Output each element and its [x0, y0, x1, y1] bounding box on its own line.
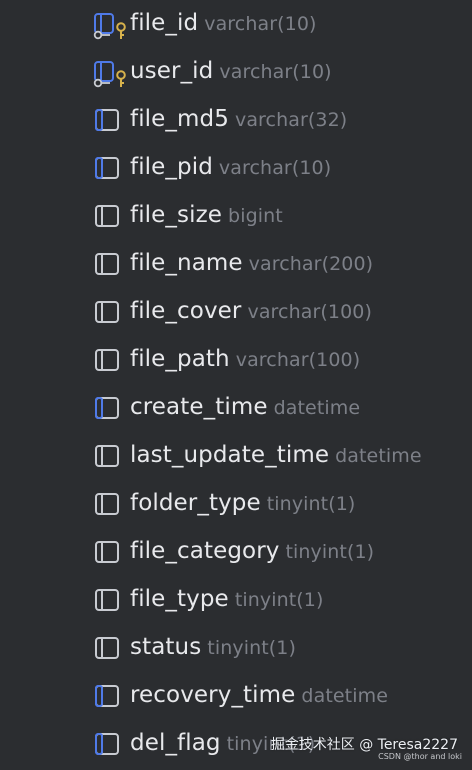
column-icon: [92, 200, 126, 232]
column-icon: [92, 536, 126, 568]
column-icon: [92, 344, 126, 376]
column-type: bigint: [228, 205, 283, 227]
column-icon: [92, 248, 126, 280]
watermark-sub: CSDN @thor and loki: [378, 752, 462, 761]
column-label: create_time datetime: [130, 391, 360, 424]
column-name: file_pid: [130, 154, 213, 180]
column-row[interactable]: file_category tinyint(1): [0, 528, 472, 576]
column-type: varchar(100): [235, 349, 361, 371]
indexed-column-icon: [92, 728, 126, 760]
indexed-column-icon: [92, 104, 126, 136]
column-name: file_name: [130, 250, 243, 276]
column-name: file_type: [130, 586, 229, 612]
column-label: file_pid varchar(10): [130, 151, 331, 184]
column-row[interactable]: recovery_time datetime: [0, 672, 472, 720]
column-type: tinyint(1): [234, 589, 324, 611]
indexed-column-icon: [92, 152, 126, 184]
column-label: file_path varchar(100): [130, 343, 360, 376]
column-label: file_id varchar(10): [130, 7, 317, 40]
column-type: varchar(10): [218, 157, 332, 179]
column-icon: [92, 440, 126, 472]
column-name: file_md5: [130, 106, 229, 132]
column-icon: [92, 584, 126, 616]
column-name: file_size: [130, 202, 223, 228]
column-name: create_time: [130, 394, 268, 420]
column-label: user_id varchar(10): [130, 55, 332, 88]
column-row[interactable]: status tinyint(1): [0, 624, 472, 672]
database-column-tree: file_idvarchar(10) user_idvarchar(10): [0, 0, 472, 770]
column-row[interactable]: folder_type tinyint(1): [0, 480, 472, 528]
column-label: file_cover varchar(100): [130, 295, 372, 328]
column-type: varchar(200): [248, 253, 374, 275]
column-label: recovery_time datetime: [130, 679, 388, 712]
column-type: varchar(32): [234, 109, 348, 131]
column-name: file_category: [130, 538, 280, 564]
column-name: last_update_time: [130, 442, 330, 468]
column-row[interactable]: file_type tinyint(1): [0, 576, 472, 624]
column-icon: [92, 488, 126, 520]
column-row[interactable]: file_size bigint: [0, 192, 472, 240]
column-type: datetime: [335, 445, 422, 467]
column-label: file_size bigint: [130, 199, 283, 232]
column-row[interactable]: create_time datetime: [0, 384, 472, 432]
column-label: status tinyint(1): [130, 631, 296, 664]
column-label: last_update_time datetime: [130, 439, 422, 472]
column-row[interactable]: file_pid varchar(10): [0, 144, 472, 192]
column-type: datetime: [301, 685, 388, 707]
column-name: del_flag: [130, 730, 221, 756]
column-name: user_id: [130, 58, 214, 84]
column-label: file_md5 varchar(32): [130, 103, 347, 136]
primary-key-icon: [92, 8, 126, 40]
indexed-column-icon: [92, 392, 126, 424]
indexed-column-icon: [92, 680, 126, 712]
column-label: file_category tinyint(1): [130, 535, 374, 568]
column-row[interactable]: file_id varchar(10): [0, 0, 472, 48]
column-name: recovery_time: [130, 682, 296, 708]
column-row[interactable]: user_id varchar(10): [0, 48, 472, 96]
column-name: file_id: [130, 10, 199, 36]
column-type: datetime: [273, 397, 361, 419]
column-name: file_cover: [130, 298, 242, 324]
column-label: file_type tinyint(1): [130, 583, 324, 616]
column-label: folder_type tinyint(1): [130, 487, 355, 520]
column-row[interactable]: last_update_time datetime: [0, 432, 472, 480]
column-type: varchar(10): [219, 61, 332, 83]
column-label: file_name varchar(200): [130, 247, 373, 280]
column-type: tinyint(1): [285, 541, 375, 563]
column-name: file_path: [130, 346, 230, 372]
column-type: varchar(100): [247, 301, 372, 323]
column-type: tinyint(1): [266, 493, 356, 515]
column-name: status: [130, 634, 202, 660]
column-icon: [92, 632, 126, 664]
column-row[interactable]: file_name varchar(200): [0, 240, 472, 288]
column-type: tinyint(1): [207, 637, 296, 659]
column-name: folder_type: [130, 490, 261, 516]
column-row[interactable]: file_cover varchar(100): [0, 288, 472, 336]
column-icon: [92, 296, 126, 328]
column-type: varchar(10): [204, 13, 317, 35]
primary-key-icon: [92, 56, 126, 88]
column-row[interactable]: file_md5 varchar(32): [0, 96, 472, 144]
column-row[interactable]: file_path varchar(100): [0, 336, 472, 384]
